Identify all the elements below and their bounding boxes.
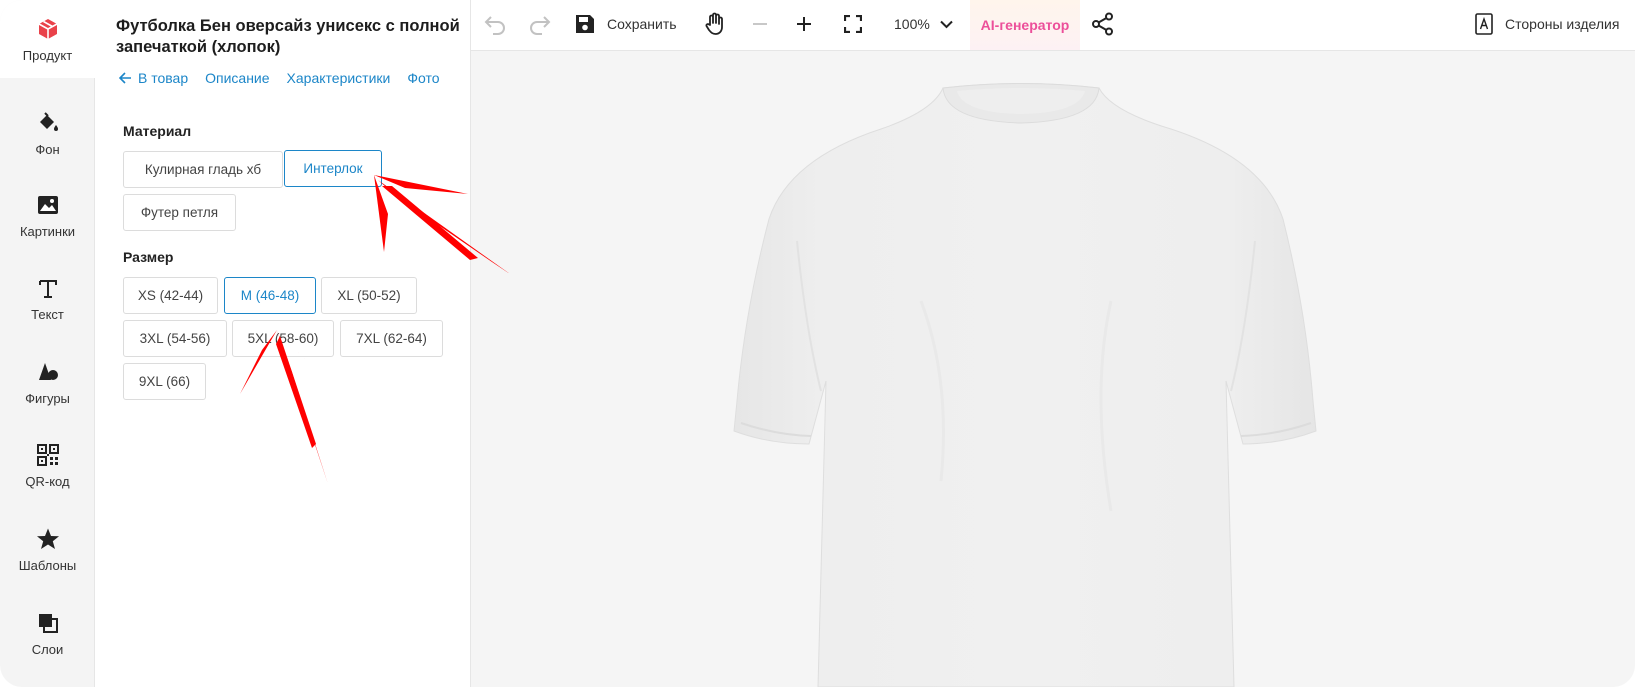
back-to-product-link[interactable]: В товар [119,70,188,86]
save-label: Сохранить [607,16,677,32]
shapes-icon [35,359,61,385]
product-settings-panel: Футболка Бен оверсайз унисекс с полной з… [95,0,471,687]
save-icon [576,15,594,33]
rail-item-label: Фигуры [25,390,70,406]
plus-icon [797,17,811,31]
chevron-down-icon [940,20,953,28]
size-option-5xl[interactable]: 5XL (58-60) [232,320,334,357]
rail-item-images[interactable]: Картинки [0,176,95,254]
material-label: Материал [123,123,192,139]
arrow-left-icon [119,72,131,84]
size-option-m[interactable]: M (46-48) [224,277,316,314]
image-icon [35,192,61,218]
rail-item-label: Шаблоны [18,557,77,573]
panel-tabs: В товар Описание Характеристики Фото [119,70,457,86]
tab-description[interactable]: Описание [205,70,269,86]
size-option-9xl[interactable]: 9XL (66) [123,363,206,400]
rail-item-shapes[interactable]: Фигуры [0,343,95,421]
product-icon [35,16,61,42]
material-option-interlock[interactable]: Интерлок [284,150,382,187]
rail-item-label: Фон [35,141,60,157]
rail-item-layers[interactable]: Слои [0,594,95,672]
text-icon [35,275,61,301]
paint-bucket-icon [35,110,61,136]
share-button[interactable] [1091,0,1115,48]
rail-item-label: QR-код [25,473,70,489]
size-label: Размер [123,249,174,265]
product-sides-label: Стороны изделия [1505,16,1620,32]
tshirt-mockup-image [733,83,1317,687]
size-option-3xl[interactable]: 3XL (54-56) [123,320,227,357]
back-to-product-label: В товар [138,70,189,86]
star-icon [35,526,61,552]
size-option-xl[interactable]: XL (50-52) [321,277,417,314]
product-title: Футболка Бен оверсайз унисекс с полной з… [116,17,460,56]
product-sides-button[interactable]: Стороны изделия [1475,0,1619,48]
redo-icon [530,16,551,35]
tab-photo[interactable]: Фото [407,70,439,86]
material-option-futer[interactable]: Футер петля [123,194,236,231]
share-icon [1092,12,1113,36]
size-option-xs[interactable]: XS (42-44) [123,277,218,314]
zoom-level: 100% [894,16,930,32]
size-option-7xl[interactable]: 7XL (62-64) [340,320,443,357]
zoom-dropdown[interactable]: 100% [894,0,953,48]
ai-generator-button[interactable]: AI-генератор [970,0,1080,50]
rail-item-text[interactable]: Текст [0,259,95,337]
pan-tool-button[interactable] [704,0,726,48]
tab-specs[interactable]: Характеристики [287,70,391,86]
fullscreen-icon [844,15,862,33]
hand-icon [705,12,723,35]
rail-item-background[interactable]: Фон [0,94,95,172]
save-button[interactable]: Сохранить [575,0,677,48]
qr-code-icon [35,442,61,468]
rail-item-product[interactable]: Продукт [0,0,95,78]
rail-item-templates[interactable]: Шаблоны [0,510,95,588]
zoom-out-button[interactable] [751,0,769,48]
layers-icon [35,610,61,636]
undo-icon [484,16,505,35]
fit-screen-button[interactable] [844,0,862,48]
minus-icon [753,23,767,25]
design-canvas[interactable] [471,51,1635,687]
left-rail: Продукт Фон Картинки Текст Фигуры QR-код… [0,0,95,687]
product-sides-icon [1475,13,1493,35]
rail-item-label: Картинки [19,223,76,239]
rail-item-label: Текст [31,306,64,322]
rail-item-qr-code[interactable]: QR-код [0,426,95,504]
rail-item-label: Продукт [22,47,73,63]
zoom-in-button[interactable] [795,0,813,48]
rail-item-label: Слои [31,641,64,657]
editor-window: Продукт Фон Картинки Текст Фигуры QR-код… [0,0,1635,687]
undo-button[interactable] [483,0,507,48]
material-option-kulirka[interactable]: Кулирная гладь хб [123,151,283,188]
redo-button[interactable] [528,0,552,48]
editor-toolbar: Сохранить 100% AI-генератор Стороны изде… [471,0,1635,51]
